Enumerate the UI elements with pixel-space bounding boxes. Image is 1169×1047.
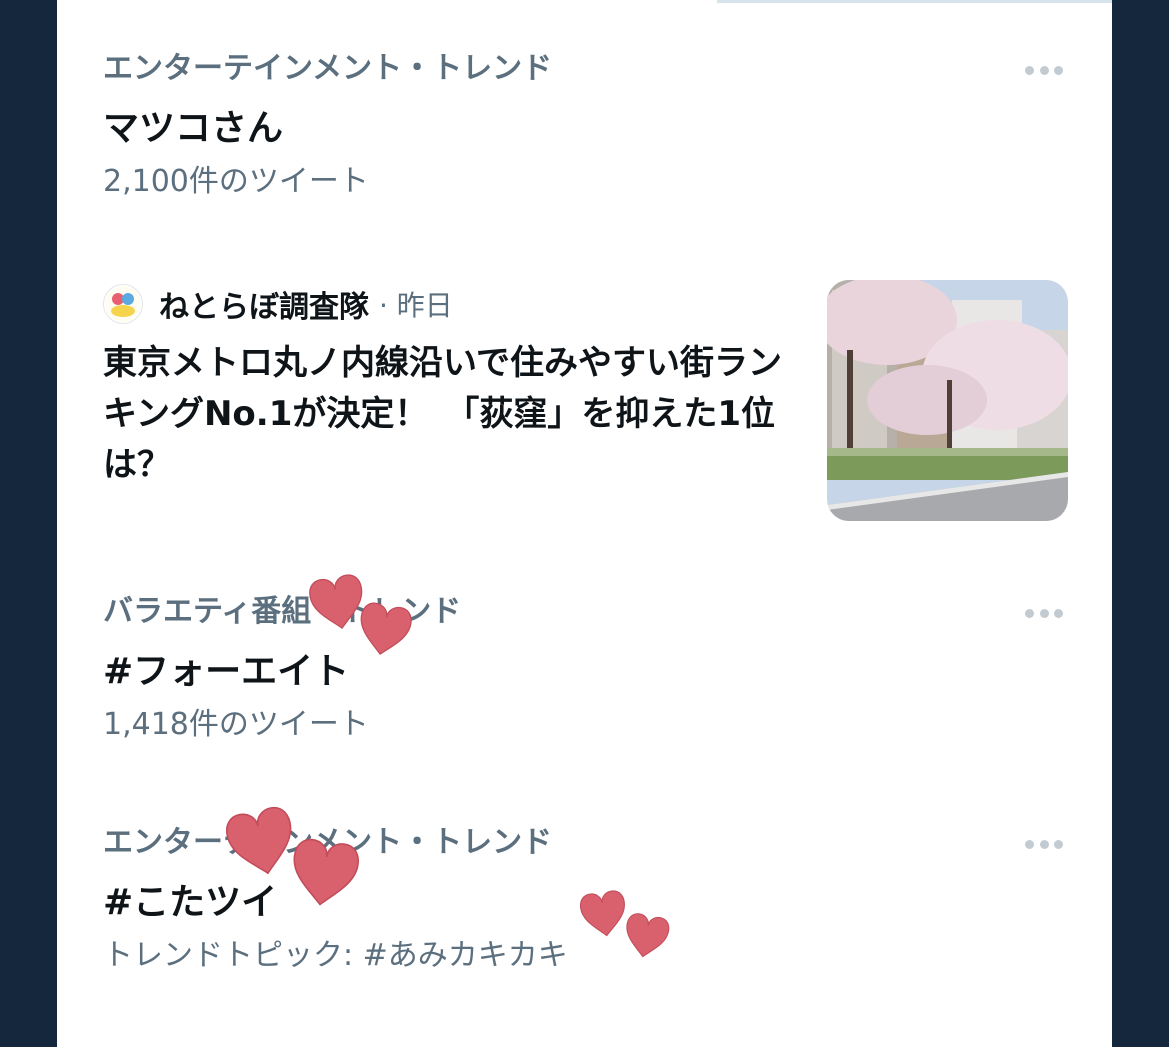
top-divider: [717, 0, 1112, 3]
trend-title: マツコさん: [103, 108, 284, 149]
trend-tweet-count: 1,418件のツイート: [103, 707, 369, 742]
trend-category: バラエティ番組・トレンド: [103, 594, 462, 629]
trend-item[interactable]: バラエティ番組・トレンド #フォーエイト 1,418件のツイート: [103, 595, 1063, 742]
more-dots-icon[interactable]: [1025, 66, 1063, 76]
news-time: · 昨日: [379, 289, 453, 322]
more-dots-icon[interactable]: [1025, 609, 1063, 619]
news-item[interactable]: ねとらぼ調査隊 · 昨日 東京メトロ丸ノ内線沿いで住みやすい街ランキングNo.1…: [103, 280, 1068, 525]
trend-item[interactable]: エンターテインメント・トレンド マツコさん 2,100件のツイート: [103, 52, 1063, 199]
trend-category: エンターテインメント・トレンド: [103, 51, 553, 86]
more-dots-icon[interactable]: [1025, 840, 1063, 850]
trend-title: #こたツイ: [103, 882, 278, 923]
trend-topic: トレンドトピック: #あみカキカキ: [103, 938, 568, 973]
news-source-name: ねとらぼ調査隊: [159, 290, 369, 325]
trend-title: #フォーエイト: [103, 651, 350, 692]
trend-category: エンターテインメント・トレンド: [103, 825, 553, 860]
avatar: [103, 284, 143, 324]
news-thumbnail: [827, 280, 1068, 521]
trends-panel: エンターテインメント・トレンド マツコさん 2,100件のツイート ねとらぼ調査…: [57, 0, 1112, 1047]
trend-tweet-count: 2,100件のツイート: [103, 164, 369, 199]
trend-item[interactable]: エンターテインメント・トレンド #こたツイ トレンドトピック: #あみカキカキ: [103, 826, 1063, 973]
news-source-row: ねとらぼ調査隊 · 昨日: [103, 284, 453, 325]
news-headline: 東京メトロ丸ノ内線沿いで住みやすい街ランキングNo.1が決定！ 「荻窪」を抑えた…: [103, 343, 782, 485]
